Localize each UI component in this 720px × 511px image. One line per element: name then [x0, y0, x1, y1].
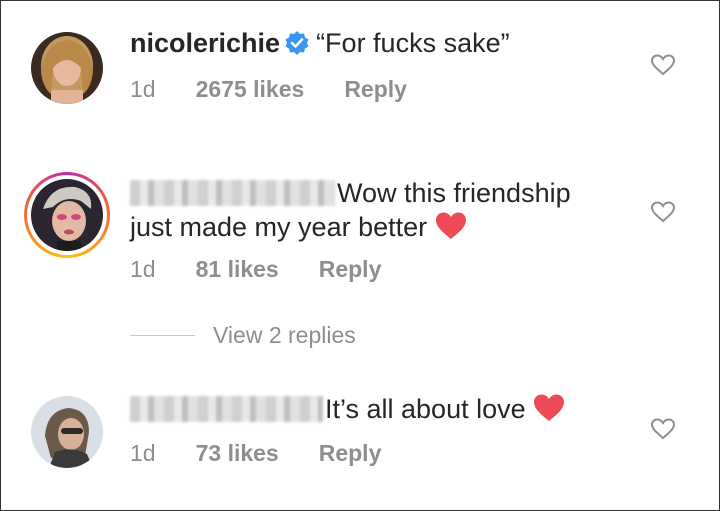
reply-button[interactable]: Reply	[319, 440, 382, 467]
avatar-image	[31, 32, 103, 104]
avatar[interactable]	[31, 396, 103, 468]
divider-line	[130, 335, 195, 336]
reply-button[interactable]: Reply	[344, 76, 407, 103]
likes-count[interactable]: 2675 likes	[196, 76, 305, 103]
comment-text: It’s all about love	[130, 392, 630, 426]
timestamp: 1d	[130, 256, 156, 282]
comment-text: Wow this friendship just made my year be…	[130, 176, 630, 244]
view-replies-button[interactable]: View 2 replies	[130, 322, 356, 349]
comment-body: It’s all about love	[325, 394, 526, 424]
comment-body: “For fucks sake”	[316, 28, 510, 58]
avatar[interactable]	[31, 179, 103, 251]
blurred-username[interactable]	[130, 180, 335, 206]
comment-text: nicolerichie “For fucks sake”	[130, 26, 630, 60]
comment-meta: 1d 81 likes Reply	[130, 256, 381, 283]
comment-meta: 1d 73 likes Reply	[130, 440, 381, 467]
username-link[interactable]: nicolerichie	[130, 28, 280, 58]
comment-meta: 1d 2675 likes Reply	[130, 76, 407, 103]
reply-button[interactable]: Reply	[319, 256, 382, 283]
view-replies-label: View 2 replies	[213, 322, 356, 348]
likes-count[interactable]: 73 likes	[196, 440, 279, 467]
likes-count[interactable]: 81 likes	[196, 256, 279, 283]
heart-outline-icon[interactable]	[650, 199, 676, 225]
timestamp: 1d	[130, 440, 156, 466]
blurred-username[interactable]	[130, 396, 323, 422]
avatar-image	[31, 179, 103, 251]
timestamp: 1d	[130, 76, 156, 102]
red-heart-icon	[534, 394, 565, 421]
avatar-image	[31, 396, 103, 468]
heart-outline-icon[interactable]	[650, 416, 676, 442]
heart-outline-icon[interactable]	[650, 52, 676, 78]
red-heart-icon	[435, 212, 466, 239]
verified-badge-icon	[285, 31, 309, 55]
avatar[interactable]	[31, 32, 103, 104]
comment-body-line-2: just made my year better	[130, 212, 428, 242]
comment-body-line-1: Wow this friendship	[337, 178, 571, 208]
